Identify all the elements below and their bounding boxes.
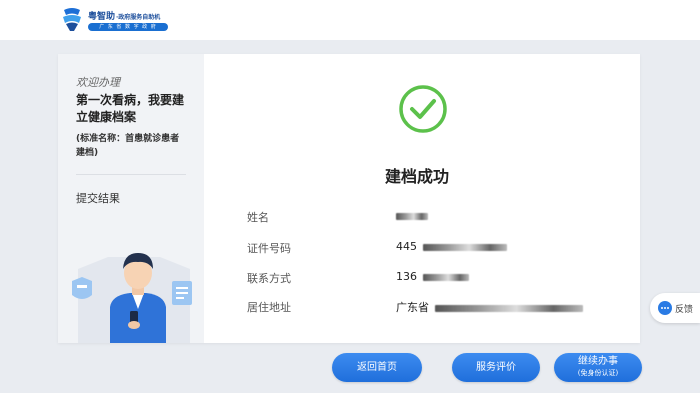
return-home-button[interactable]: 返回首页 [332, 353, 422, 382]
masked-text [423, 243, 507, 251]
field-label-phone: 联系方式 [247, 272, 291, 285]
service-info-panel: 欢迎办理 第一次看病，我要建立健康档案 (标准名称：首患就诊患者建档) 提交结果 [58, 54, 204, 343]
brand-subtitle: 广 东 省 数 字 政 府 [88, 23, 168, 31]
service-rating-button[interactable]: 服务评价 [452, 353, 540, 382]
field-value-name [396, 209, 428, 222]
success-check-icon [399, 85, 447, 133]
brand-mark-icon [63, 8, 81, 31]
service-title: 第一次看病，我要建立健康档案 [76, 93, 185, 124]
top-bar: 粤智助·政府服务自助机 广 东 省 数 字 政 府 [0, 0, 700, 40]
field-label-name: 姓名 [247, 211, 269, 224]
field-value-address: 广东省 [396, 299, 583, 315]
chat-icon [658, 301, 672, 315]
feedback-button[interactable]: 反馈 [650, 293, 700, 323]
field-value-id-number: 445 [396, 240, 507, 253]
feedback-label: 反馈 [675, 305, 694, 315]
success-title: 建档成功 [385, 167, 450, 186]
result-card: 欢迎办理 第一次看病，我要建立健康档案 (标准名称：首患就诊患者建档) 提交结果… [58, 54, 640, 343]
masked-text [423, 273, 469, 281]
field-label-address: 居住地址 [247, 301, 291, 314]
brand-name: 粤智助·政府服务自助机 [88, 12, 161, 22]
standard-name-note: (标准名称：首患就诊患者建档) [76, 134, 180, 158]
current-step: 提交结果 [76, 192, 120, 205]
field-value-phone: 136 [396, 270, 469, 283]
continue-service-button[interactable]: 继续办事 (免身份认证) [554, 353, 642, 382]
masked-text [396, 212, 428, 220]
welcome-text: 欢迎办理 [76, 76, 120, 89]
user-illustration-icon [72, 253, 192, 343]
masked-text [435, 304, 583, 312]
divider [76, 174, 186, 175]
brand-logo: 粤智助·政府服务自助机 广 东 省 数 字 政 府 [60, 6, 180, 34]
field-label-id-number: 证件号码 [247, 242, 291, 255]
